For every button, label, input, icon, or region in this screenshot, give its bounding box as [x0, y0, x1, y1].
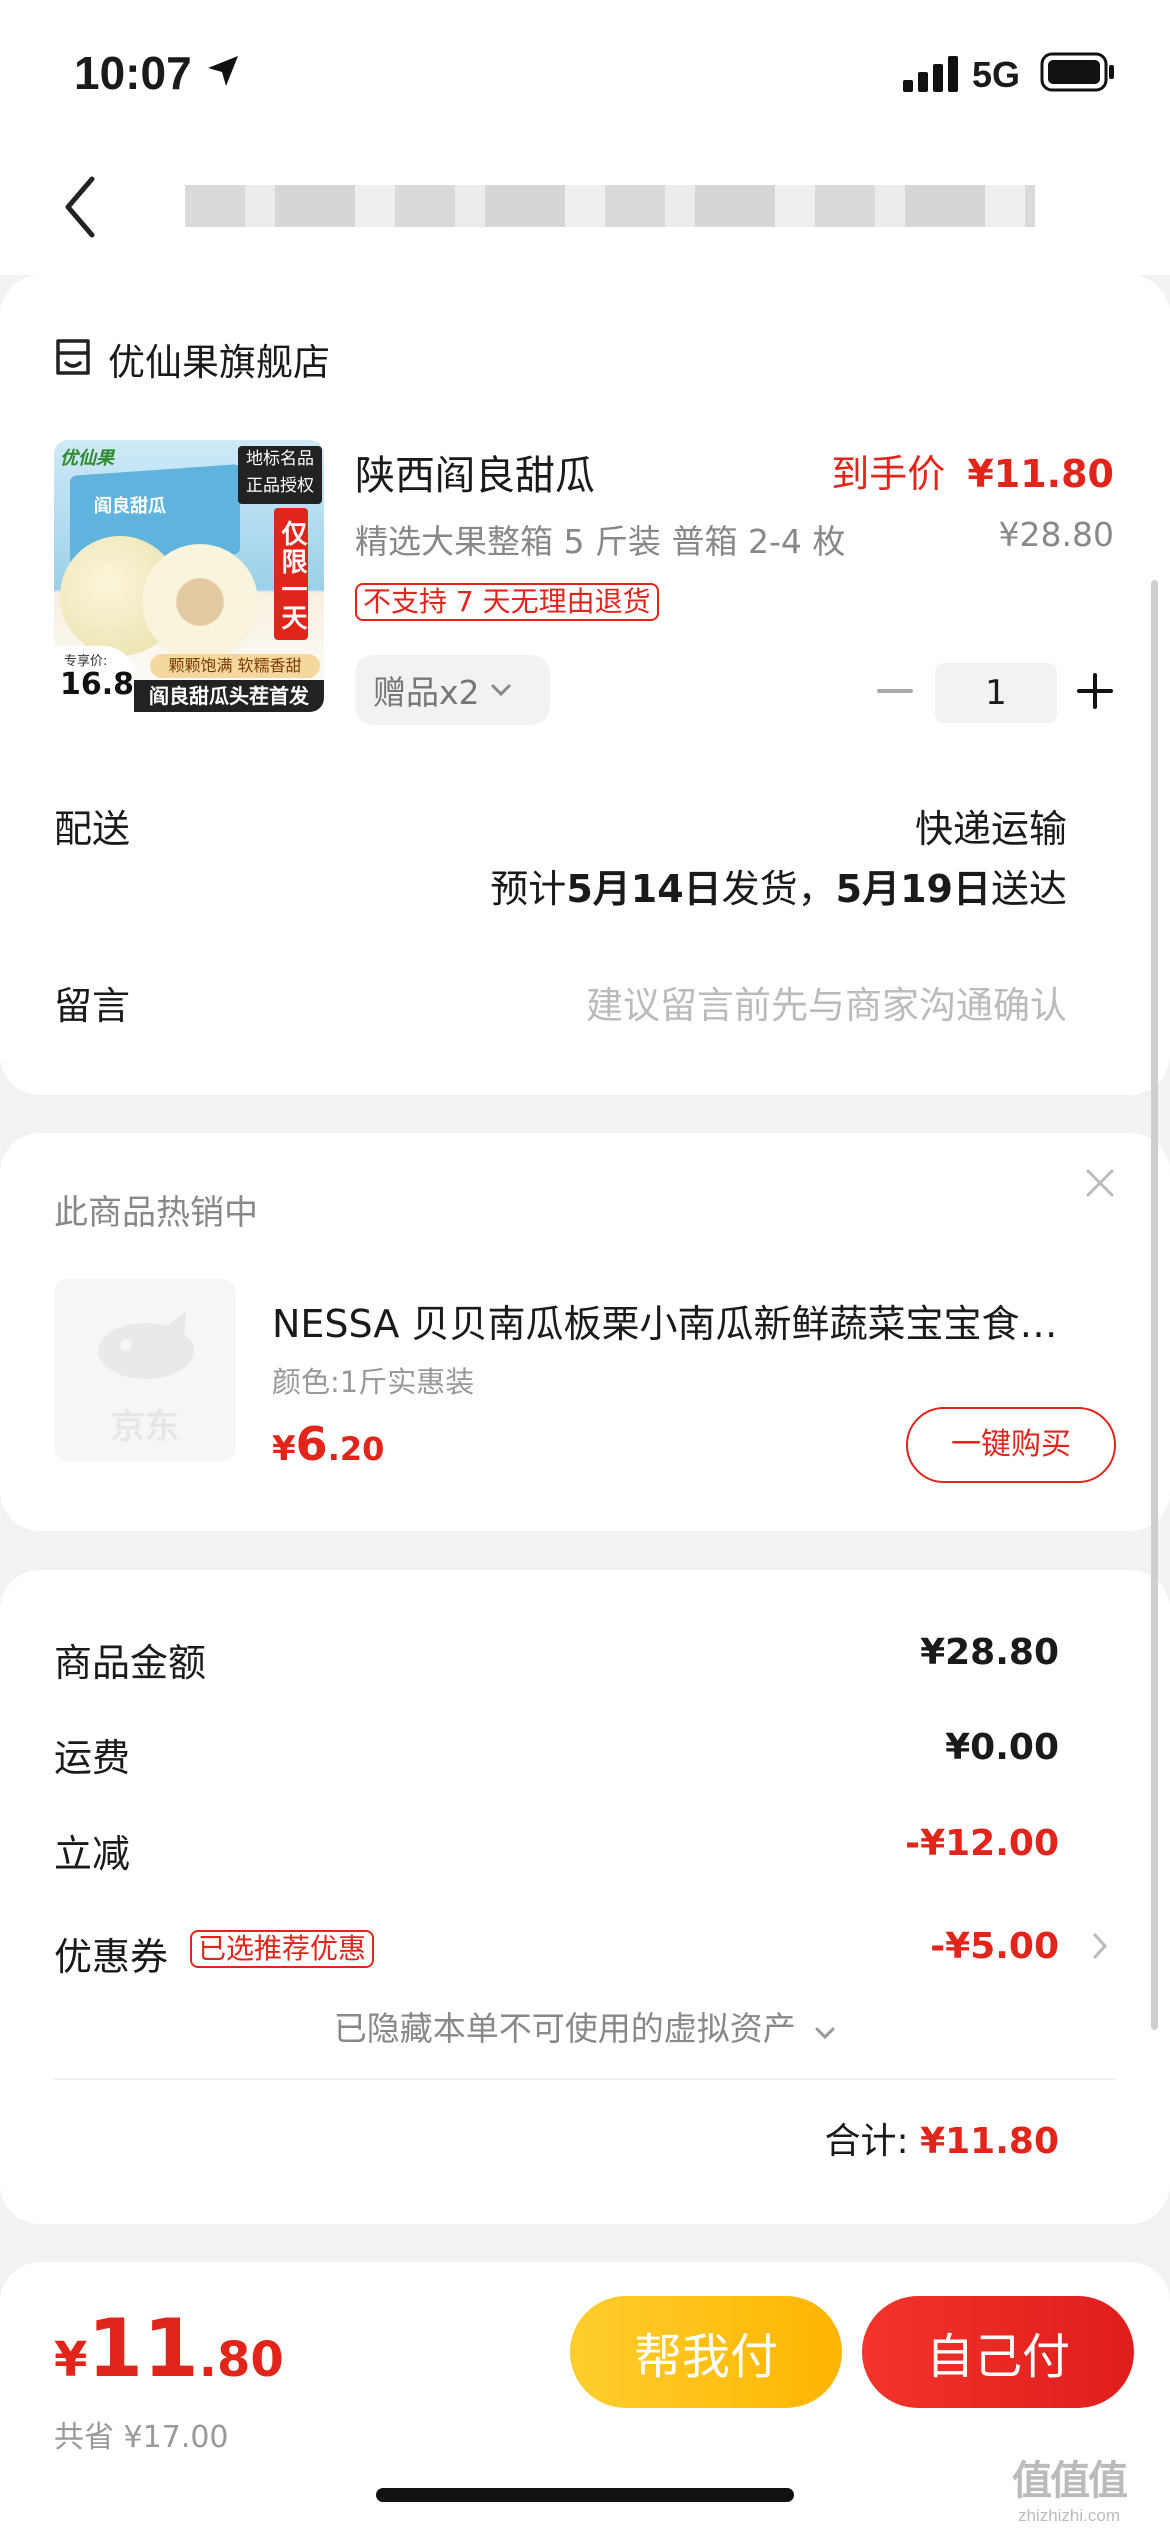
gift-label: 赠品x2: [373, 673, 480, 712]
gift-selector[interactable]: 赠品x2: [355, 655, 550, 725]
discount-label: 立减: [54, 1832, 131, 1876]
recommend-title[interactable]: NESSA 贝贝南瓜板栗小南瓜新鲜蔬菜宝宝食…: [272, 1293, 1057, 1348]
one-click-buy-button[interactable]: 一键购买: [906, 1407, 1116, 1483]
hidden-assets-text: 已隐藏本单不可使用的虚拟资产: [333, 2009, 796, 2048]
image-slogan-top: 颗颗饱满 软糯香甜: [150, 654, 320, 678]
product-image[interactable]: 优仙果 阎良甜瓜 地标名品 正品授权 仅限一天 专享价: 16.8 颗颗饱满 软…: [54, 440, 324, 712]
chevron-down-icon: [491, 684, 511, 697]
thumb-watermark: 京东: [111, 1407, 179, 1447]
shipping-value: ¥0.00: [945, 1727, 1059, 1768]
message-input[interactable]: 建议留言前先与商家沟通确认: [586, 975, 1067, 1029]
delivery-method[interactable]: 快递运输: [915, 798, 1067, 853]
image-badge-bottom: 正品授权: [246, 476, 314, 496]
product-title[interactable]: 陕西阎良甜瓜: [355, 443, 595, 501]
hidden-assets-toggle[interactable]: 已隐藏本单不可使用的虚拟资产: [0, 2002, 1170, 2050]
nav-title-blurred: [185, 185, 1035, 227]
ship-date: 5月14日: [566, 867, 722, 911]
site-watermark: 值值值 zhizhizhi.com: [1012, 2448, 1128, 2526]
recommend-card: 此商品热销中 京东 NESSA 贝贝南瓜板栗小南瓜新鲜蔬菜宝宝食… 颜色:1斤实…: [0, 1133, 1170, 1531]
network-label: 5G: [972, 54, 1021, 95]
recommend-price-dec: .20: [327, 1430, 385, 1468]
image-price-tag-value: 16.8: [60, 667, 135, 702]
ship-suffix: 发货，: [721, 867, 836, 911]
battery-icon: [1040, 52, 1114, 92]
recommend-price-symbol: ¥: [272, 1429, 296, 1469]
shipping-label: 运费: [54, 1736, 131, 1780]
help-pay-button[interactable]: 帮我付: [570, 2296, 842, 2408]
location-arrow-icon: [208, 56, 238, 86]
chevron-down-icon: [815, 2027, 835, 2040]
store-name[interactable]: 优仙果旗舰店: [108, 332, 330, 386]
coupon-value[interactable]: -¥5.00: [930, 1926, 1059, 1967]
image-badge-top: 地标名品: [246, 449, 314, 469]
scrollbar[interactable]: [1151, 580, 1158, 2030]
nav-bar: [0, 140, 1170, 275]
product-spec[interactable]: 精选大果整箱 5 斤装 普箱 2-4 枚: [355, 515, 845, 563]
total-value: ¥11.80: [920, 2121, 1059, 2162]
cellular-signal-icon: [903, 56, 958, 92]
product-final-price: 到手价 ¥11.80: [831, 443, 1114, 498]
image-box-title: 阎良甜瓜: [94, 496, 166, 517]
footer-price-int: 11: [87, 2302, 199, 2395]
jd-dog-icon: [98, 1311, 194, 1379]
recommend-header: 此商品热销中: [54, 1193, 258, 1233]
recommend-spec: 颜色:1斤实惠装: [272, 1365, 475, 1399]
message-label: 留言: [54, 984, 131, 1028]
self-pay-button[interactable]: 自己付: [862, 2296, 1134, 2408]
recommend-price-int: 6: [295, 1417, 328, 1471]
status-bar: 10:07 5G: [0, 0, 1170, 140]
image-slogan-bottom: 阎良甜瓜头茬首发: [134, 680, 324, 712]
original-price: ¥28.80: [998, 515, 1114, 554]
goods-amount-label: 商品金额: [54, 1641, 207, 1685]
return-policy-tag: 不支持 7 天无理由退货: [355, 583, 659, 621]
footer-price-symbol: ¥: [54, 2332, 88, 2388]
recommend-thumb[interactable]: 京东: [54, 1279, 236, 1461]
arrive-date: 5月19日: [835, 867, 991, 911]
back-arrow-icon[interactable]: [60, 175, 100, 239]
eta-prefix: 预计: [490, 867, 567, 911]
total: 合计: ¥11.80: [824, 2112, 1059, 2164]
bottom-bar: ¥11.80 共省 ¥17.00 帮我付 自己付: [0, 2262, 1170, 2532]
status-time: 10:07: [74, 47, 192, 99]
close-icon[interactable]: [1085, 1168, 1115, 1198]
coupon-tag: 已选推荐优惠: [190, 1930, 375, 1968]
delivery-eta: 预计5月14日发货，5月19日送达: [490, 858, 1067, 913]
quantity-field[interactable]: 1: [935, 663, 1057, 723]
discount-value: -¥12.00: [905, 1823, 1059, 1864]
home-indicator: [376, 2488, 794, 2502]
footer-saved: 共省 ¥17.00: [54, 2420, 229, 2455]
order-store-card: 优仙果旗舰店 优仙果 阎良甜瓜 地标名品 正品授权 仅限一天 专享价: 16.8…: [0, 275, 1170, 1095]
divider: [54, 2078, 1116, 2080]
recommend-price: ¥6.20: [272, 1417, 384, 1471]
image-price-tag-label: 专享价:: [64, 654, 108, 669]
price-label: 到手价: [831, 452, 946, 496]
image-melon-cut: [142, 544, 258, 660]
image-ribbon: 仅限一天: [274, 508, 308, 640]
price-summary-card: 商品金额 ¥28.80 运费 ¥0.00 立减 -¥12.00 优惠券 已选推荐…: [0, 1570, 1170, 2224]
footer-price: ¥11.80: [54, 2302, 284, 2395]
image-badge: 地标名品 正品授权: [238, 446, 322, 504]
watermark-site: zhizhizhi.com: [1017, 2506, 1121, 2525]
goods-amount-value: ¥28.80: [920, 1632, 1059, 1673]
store-icon: [56, 339, 90, 375]
total-label: 合计:: [824, 2121, 909, 2162]
price-value: ¥11.80: [967, 452, 1114, 496]
delivery-label: 配送: [54, 807, 131, 851]
arrive-suffix: 送达: [990, 867, 1067, 911]
watermark-logo: 值值值: [1012, 2458, 1128, 2504]
chevron-right-icon[interactable]: [1092, 1932, 1108, 1960]
minus-icon[interactable]: [877, 687, 913, 695]
image-price-tag: 专享价: 16.8: [54, 646, 134, 710]
image-brand-logo: 优仙果: [60, 448, 114, 469]
coupon-label[interactable]: 优惠券: [54, 1926, 168, 1981]
plus-icon[interactable]: [1077, 673, 1113, 709]
footer-price-dec: .80: [198, 2332, 284, 2388]
